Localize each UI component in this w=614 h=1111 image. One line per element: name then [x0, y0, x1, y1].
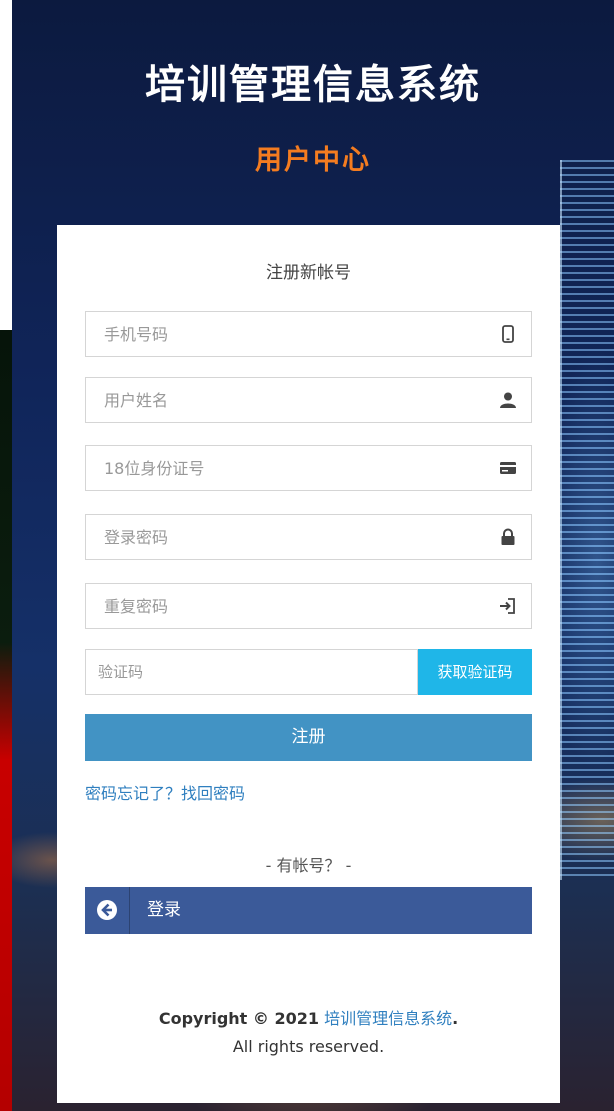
background-tower-lights — [560, 160, 614, 880]
left-white-strip — [0, 0, 12, 330]
register-card: 注册新帐号 手机号码 用户姓名 18位身份证号 验证码 获取验证码 注册 密码忘… — [57, 225, 560, 1103]
password-input[interactable] — [86, 515, 484, 559]
id-card-icon — [500, 462, 516, 474]
name-input[interactable] — [86, 378, 484, 422]
verification-code-field[interactable] — [85, 649, 418, 695]
login-icon-box — [85, 887, 130, 934]
confirm-password-field[interactable] — [85, 583, 532, 629]
name-field[interactable] — [85, 377, 532, 423]
login-button-label: 登录 — [147, 900, 181, 920]
copyright-suffix: . — [452, 1009, 459, 1028]
phone-input[interactable] — [86, 312, 484, 356]
lock-icon — [501, 528, 515, 545]
id-number-input[interactable] — [86, 446, 484, 490]
verification-code-input[interactable] — [86, 650, 398, 694]
login-button[interactable]: 登录 — [85, 887, 532, 934]
id-number-field[interactable] — [85, 445, 532, 491]
user-icon — [500, 392, 516, 408]
get-code-button[interactable]: 获取验证码 — [418, 649, 532, 695]
phone-field[interactable] — [85, 311, 532, 357]
confirm-password-input[interactable] — [86, 584, 484, 628]
password-field[interactable] — [85, 514, 532, 560]
verification-code-group: 获取验证码 — [85, 649, 532, 695]
left-background-window — [0, 330, 12, 1111]
copyright-brand: 培训管理信息系统 — [324, 1009, 453, 1028]
form-title: 注册新帐号 — [266, 263, 351, 283]
arrow-left-circle-icon — [97, 900, 117, 920]
page-subtitle: 用户中心 — [255, 145, 371, 176]
copyright-footer: Copyright © 2021 培训管理信息系统. All rights re… — [57, 1005, 560, 1061]
rights-reserved: All rights reserved. — [232, 1037, 385, 1056]
copyright-prefix: Copyright © 2021 — [158, 1009, 319, 1028]
have-account-text: - 有帐号？ - — [265, 856, 352, 875]
page-title: 培训管理信息系统 — [145, 62, 481, 108]
mobile-icon — [502, 325, 514, 343]
forgot-password-link[interactable]: 密码忘记了？找回密码 — [85, 780, 245, 804]
copyright-line: Copyright © 2021 培训管理信息系统. — [57, 1005, 560, 1033]
sign-in-icon — [500, 598, 515, 614]
register-button[interactable]: 注册 — [85, 714, 532, 761]
